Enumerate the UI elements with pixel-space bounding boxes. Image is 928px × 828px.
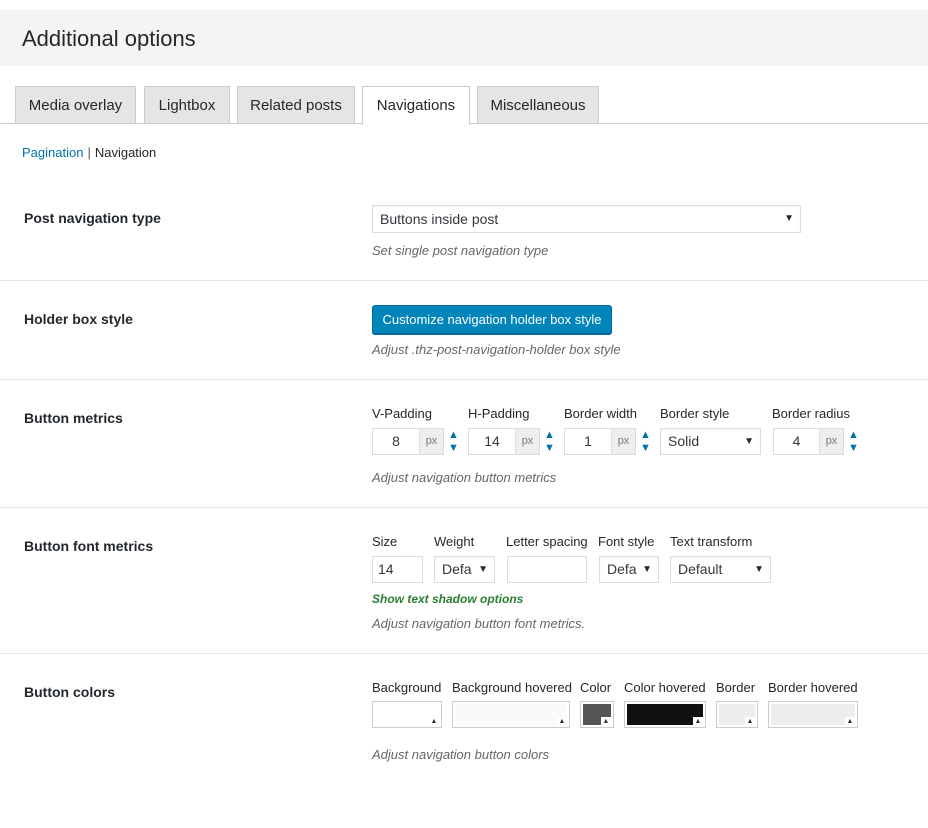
border-width-value: 1 bbox=[584, 433, 592, 449]
color-hovered-picker[interactable]: ▲ bbox=[624, 701, 706, 728]
h-padding-input[interactable]: 14 px bbox=[468, 428, 540, 455]
border-radius-spinner[interactable]: ▲ ▼ bbox=[848, 428, 860, 455]
tab-media-overlay[interactable]: Media overlay bbox=[15, 86, 136, 124]
border-style-value: Solid bbox=[668, 433, 700, 449]
show-text-shadow-link[interactable]: Show text shadow options bbox=[372, 592, 523, 606]
picker-triangle-icon: ▲ bbox=[601, 717, 611, 726]
border-style-select[interactable]: Solid ▼ bbox=[660, 428, 761, 455]
h-padding-value: 14 bbox=[484, 433, 500, 449]
post-navigation-type-label: Post navigation type bbox=[24, 210, 161, 226]
border-color-label: Border bbox=[716, 680, 756, 695]
text-transform-select[interactable]: Default ▼ bbox=[670, 556, 771, 583]
border-radius-label: Border radius bbox=[772, 406, 851, 421]
v-padding-input[interactable]: 8 px bbox=[372, 428, 444, 455]
button-colors-desc: Adjust navigation button colors bbox=[372, 747, 550, 762]
font-style-value: Defa bbox=[607, 561, 637, 577]
picker-triangle-icon: ▲ bbox=[429, 717, 439, 726]
spin-down-icon[interactable]: ▼ bbox=[544, 443, 555, 454]
spin-up-icon[interactable]: ▲ bbox=[848, 430, 859, 441]
color-picker[interactable]: ▲ bbox=[580, 701, 614, 728]
border-hovered-color-picker[interactable]: ▲ bbox=[768, 701, 858, 728]
v-padding-value: 8 bbox=[392, 433, 400, 449]
unit-label: px bbox=[419, 429, 443, 454]
border-width-label: Border width bbox=[564, 406, 637, 421]
font-weight-value: Defa bbox=[442, 561, 472, 577]
subnav-navigation-current: Navigation bbox=[94, 145, 157, 160]
chevron-down-icon: ▼ bbox=[754, 564, 764, 575]
spin-up-icon[interactable]: ▲ bbox=[640, 430, 651, 441]
row-divider bbox=[0, 507, 928, 508]
spin-up-icon[interactable]: ▲ bbox=[544, 430, 555, 441]
letter-spacing-label: Letter spacing bbox=[506, 534, 588, 549]
holder-box-style-label: Holder box style bbox=[24, 311, 133, 327]
unit-label: px bbox=[819, 429, 843, 454]
spin-up-icon[interactable]: ▲ bbox=[448, 430, 459, 441]
border-hovered-color-swatch bbox=[771, 704, 855, 725]
border-radius-value: 4 bbox=[792, 433, 801, 449]
subnav-pagination-link[interactable]: Pagination bbox=[22, 145, 83, 160]
text-transform-value: Default bbox=[678, 561, 723, 577]
background-hovered-color-label: Background hovered bbox=[452, 680, 572, 695]
button-font-metrics-desc: Adjust navigation button font metrics. bbox=[372, 616, 586, 631]
sub-navigation: Pagination | Navigation bbox=[22, 145, 156, 161]
picker-triangle-icon: ▲ bbox=[845, 717, 855, 726]
picker-triangle-icon: ▲ bbox=[745, 717, 755, 726]
background-hovered-color-swatch bbox=[455, 704, 567, 725]
page-title: Additional options bbox=[22, 26, 196, 51]
chevron-down-icon: ▼ bbox=[744, 436, 754, 447]
row-divider bbox=[0, 653, 928, 654]
background-color-label: Background bbox=[372, 680, 442, 695]
border-width-spinner[interactable]: ▲ ▼ bbox=[640, 428, 652, 455]
color-hovered-label: Color hovered bbox=[624, 680, 706, 695]
font-weight-label: Weight bbox=[434, 534, 475, 549]
post-navigation-type-select[interactable]: Buttons inside post ▼ bbox=[372, 205, 801, 233]
letter-spacing-input[interactable] bbox=[507, 556, 587, 583]
font-style-select[interactable]: Defa ▼ bbox=[599, 556, 659, 583]
subnav-separator: | bbox=[87, 145, 91, 160]
tab-navigations[interactable]: Navigations bbox=[362, 86, 470, 125]
tab-related-posts[interactable]: Related posts bbox=[237, 86, 355, 124]
holder-box-style-desc: Adjust .thz-post-navigation-holder box s… bbox=[372, 342, 621, 357]
border-color-picker[interactable]: ▲ bbox=[716, 701, 758, 728]
tab-lightbox[interactable]: Lightbox bbox=[144, 86, 230, 124]
border-style-label: Border style bbox=[660, 406, 730, 421]
font-style-label: Font style bbox=[598, 534, 655, 549]
tab-miscellaneous[interactable]: Miscellaneous bbox=[477, 86, 599, 124]
font-weight-select[interactable]: Defa ▼ bbox=[434, 556, 495, 583]
spin-down-icon[interactable]: ▼ bbox=[448, 443, 459, 454]
page-header: Additional options bbox=[0, 10, 928, 66]
background-hovered-color-picker[interactable]: ▲ bbox=[452, 701, 570, 728]
color-hovered-swatch bbox=[627, 704, 703, 725]
picker-triangle-icon: ▲ bbox=[557, 717, 567, 726]
row-divider bbox=[0, 379, 928, 380]
v-padding-spinner[interactable]: ▲ ▼ bbox=[448, 428, 460, 455]
border-hovered-color-label: Border hovered bbox=[768, 680, 858, 695]
post-navigation-type-desc: Set single post navigation type bbox=[372, 243, 549, 258]
unit-label: px bbox=[611, 429, 635, 454]
spin-down-icon[interactable]: ▼ bbox=[640, 443, 651, 454]
color-label: Color bbox=[580, 680, 612, 695]
chevron-down-icon: ▼ bbox=[642, 564, 652, 575]
button-metrics-desc: Adjust navigation button metrics bbox=[372, 470, 557, 485]
font-size-label: Size bbox=[372, 534, 398, 549]
spin-down-icon[interactable]: ▼ bbox=[848, 443, 859, 454]
picker-triangle-icon: ▲ bbox=[693, 717, 703, 726]
customize-holder-button[interactable]: Customize navigation holder box style bbox=[372, 305, 612, 334]
chevron-down-icon: ▼ bbox=[784, 213, 794, 224]
h-padding-label: H-Padding bbox=[468, 406, 530, 421]
border-width-input[interactable]: 1 px bbox=[564, 428, 636, 455]
v-padding-label: V-Padding bbox=[372, 406, 432, 421]
font-size-input[interactable]: 14 bbox=[372, 556, 423, 583]
h-padding-spinner[interactable]: ▲ ▼ bbox=[544, 428, 556, 455]
post-navigation-type-value: Buttons inside post bbox=[380, 211, 499, 227]
chevron-down-icon: ▼ bbox=[478, 564, 488, 575]
border-radius-input[interactable]: 4 px bbox=[773, 428, 844, 455]
button-colors-label: Button colors bbox=[24, 684, 115, 700]
unit-label: px bbox=[515, 429, 539, 454]
background-color-picker[interactable]: ▲ bbox=[372, 701, 442, 728]
button-metrics-label: Button metrics bbox=[24, 410, 123, 426]
button-font-metrics-label: Button font metrics bbox=[24, 538, 154, 554]
row-divider bbox=[0, 280, 928, 281]
text-transform-label: Text transform bbox=[670, 534, 753, 549]
